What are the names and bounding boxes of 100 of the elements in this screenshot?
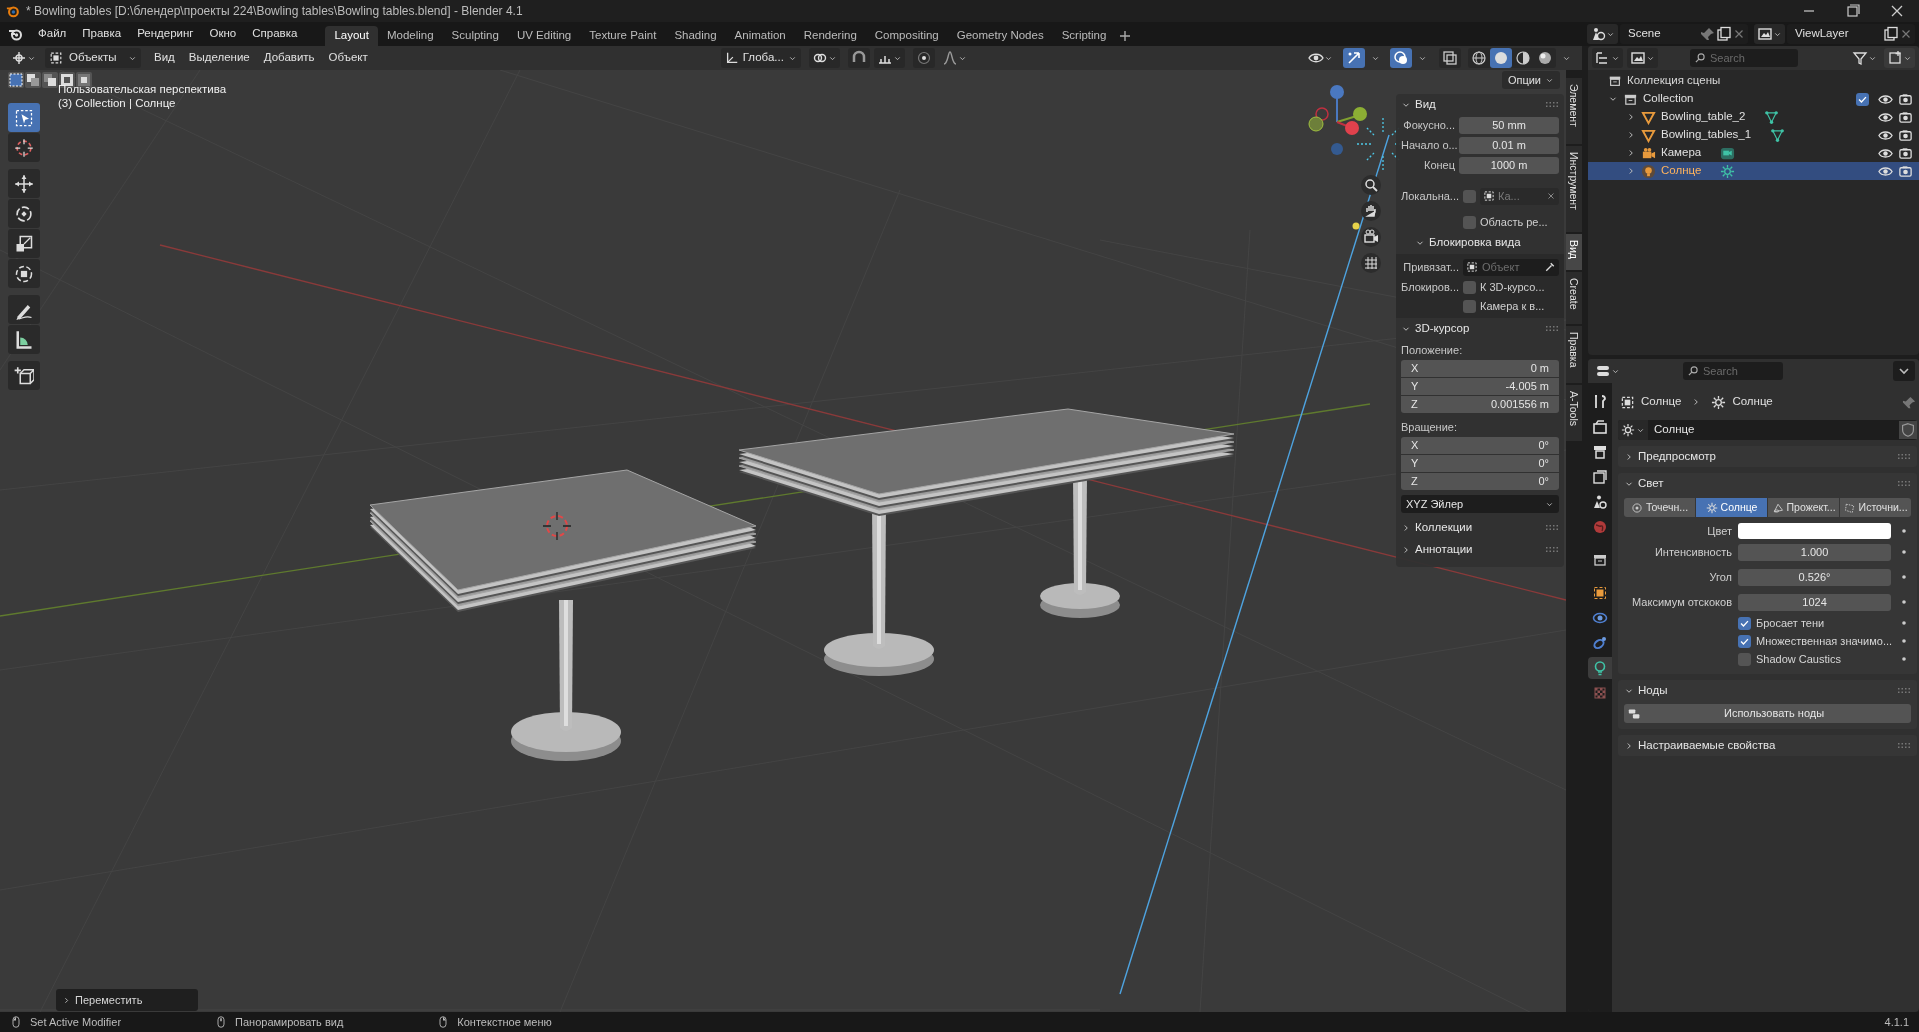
sidebar-tab[interactable]: Элемент <box>1566 78 1582 144</box>
name-field[interactable]: Scene <box>1620 24 1748 44</box>
drag-handle-icon[interactable] <box>1897 685 1912 696</box>
menu-item[interactable]: Окно <box>201 24 245 44</box>
xray-button[interactable] <box>1439 48 1461 68</box>
zoom-icon[interactable] <box>1360 174 1382 196</box>
checkbox[interactable] <box>1738 652 1751 666</box>
outliner-item[interactable]: Коллекция сцены <box>1627 72 1721 90</box>
drag-handle-icon[interactable] <box>1897 478 1912 489</box>
last-operator-panel[interactable]: Переместить <box>56 989 198 1011</box>
pivot-point-button[interactable] <box>808 48 840 68</box>
menu-item[interactable]: Добавить <box>256 48 322 68</box>
checkbox[interactable] <box>1856 92 1869 106</box>
sidebar-tab[interactable]: Create <box>1566 272 1582 324</box>
light-type-button[interactable]: Источни... <box>1840 498 1912 517</box>
orientation-dropdown[interactable]: Глоба... <box>720 48 801 68</box>
sidebar-tab[interactable]: Инструмент <box>1566 146 1582 232</box>
shading-solid-button[interactable] <box>1490 48 1512 68</box>
panel-header[interactable]: Коллекции <box>1415 519 1473 537</box>
render-camera-icon[interactable] <box>1898 91 1913 107</box>
measure-tool-button[interactable] <box>8 325 40 354</box>
workspace-tab[interactable]: Rendering <box>794 26 866 46</box>
name-field[interactable]: ViewLayer <box>1787 24 1915 44</box>
drag-handle-icon[interactable] <box>1545 523 1559 533</box>
select-tool-button[interactable] <box>8 103 40 132</box>
workspace-tab[interactable]: UV Editing <box>507 26 581 46</box>
number-field[interactable]: X 0° <box>1401 437 1559 454</box>
workspace-tab[interactable]: Scripting <box>1052 26 1116 46</box>
gizmo-toggle-button[interactable] <box>1343 48 1365 68</box>
selection-mode-icon[interactable] <box>8 72 24 88</box>
outliner-item[interactable]: Bowling_table_2 <box>1661 108 1746 126</box>
pin-icon[interactable] <box>1902 394 1918 410</box>
menu-item[interactable]: Файл <box>30 24 75 44</box>
checkbox[interactable] <box>1738 634 1751 648</box>
selection-mode-icon[interactable] <box>42 72 58 88</box>
drag-handle-icon[interactable] <box>1545 545 1559 555</box>
number-field[interactable]: 1024 <box>1738 593 1892 611</box>
workspace-tab[interactable]: Compositing <box>865 26 948 46</box>
render-camera-icon[interactable] <box>1898 163 1913 179</box>
render-camera-icon[interactable] <box>1898 145 1913 161</box>
options-button[interactable] <box>1893 361 1915 381</box>
workspace-tab[interactable]: Layout <box>325 26 378 46</box>
checkbox[interactable] <box>1738 616 1751 630</box>
editor-type-button[interactable] <box>1592 48 1623 68</box>
snap-button[interactable] <box>847 48 870 68</box>
display-mode-button[interactable] <box>1627 48 1658 68</box>
scale-tool-button[interactable] <box>8 229 40 258</box>
number-field[interactable]: X 0 m <box>1401 360 1559 377</box>
color-swatch[interactable] <box>1738 523 1892 539</box>
mesh-data-icon[interactable] <box>1764 109 1780 125</box>
sidebar-tab[interactable]: A-Tools <box>1566 385 1582 441</box>
menu-item[interactable]: Объект <box>321 48 375 68</box>
options-dropdown[interactable]: Опции <box>1501 71 1560 89</box>
move-tool-button[interactable] <box>8 169 40 198</box>
panel-header[interactable]: Ноды <box>1638 681 1668 700</box>
number-field[interactable]: Z 0° <box>1401 473 1559 490</box>
drag-handle-icon[interactable] <box>1897 740 1912 751</box>
number-field[interactable]: 0.01 m <box>1459 137 1559 154</box>
workspace-tab[interactable]: Modeling <box>377 26 443 46</box>
camera-icon[interactable] <box>1360 226 1382 248</box>
add-cube-tool-button[interactable] <box>8 361 40 390</box>
panel-header[interactable]: Блокировка вида <box>1429 234 1521 252</box>
number-field[interactable]: Y 0° <box>1401 455 1559 472</box>
outliner-item[interactable]: Солнце <box>1661 162 1702 180</box>
panel-header[interactable]: Аннотации <box>1415 541 1473 559</box>
duplicate-icon[interactable] <box>1716 26 1732 42</box>
drag-handle-icon[interactable] <box>1897 451 1912 462</box>
sidebar-tab[interactable]: Вид <box>1566 234 1582 270</box>
sun-icon[interactable] <box>1720 163 1736 179</box>
number-field[interactable]: 1.000 <box>1738 543 1892 561</box>
annotate-tool-button[interactable] <box>8 295 40 324</box>
rotation-mode-dropdown[interactable]: XYZ Эйлер <box>1401 495 1559 513</box>
grid-icon[interactable] <box>1360 252 1382 274</box>
camera-data-icon[interactable] <box>1720 145 1736 161</box>
editor-dropdown[interactable] <box>1754 24 1785 44</box>
workspace-tab[interactable]: Shading <box>665 26 726 46</box>
overlay-toggle-button[interactable] <box>1390 48 1412 68</box>
shield-icon[interactable] <box>1899 421 1918 439</box>
checkbox[interactable] <box>1463 189 1476 203</box>
snap-target-button[interactable] <box>873 48 905 68</box>
menu-item[interactable]: Выделение <box>181 48 257 68</box>
use-nodes-button[interactable]: Использовать ноды <box>1624 704 1912 723</box>
selection-mode-icon[interactable] <box>25 72 41 88</box>
number-field[interactable]: 1000 m <box>1459 157 1559 174</box>
pin-icon[interactable] <box>1700 26 1716 42</box>
menu-item[interactable]: Вид <box>147 48 182 68</box>
editor-dropdown[interactable] <box>1587 24 1618 44</box>
panel-header[interactable]: Вид <box>1415 96 1436 114</box>
number-field[interactable]: 50 mm <box>1459 117 1559 134</box>
render-camera-icon[interactable] <box>1898 127 1913 143</box>
transform-tool-button[interactable] <box>8 259 40 288</box>
light-type-button[interactable]: Солнце <box>1696 498 1768 517</box>
menu-item[interactable]: Правка <box>74 24 130 44</box>
drag-handle-icon[interactable] <box>1545 100 1559 110</box>
sidebar-tab[interactable]: Правка <box>1566 326 1582 383</box>
mode-dropdown[interactable]: Объекты <box>45 48 141 68</box>
workspace-tab[interactable]: Animation <box>725 26 795 46</box>
checkbox[interactable] <box>1463 280 1476 294</box>
workspace-tab[interactable]: Texture Paint <box>580 26 666 46</box>
rotate-tool-button[interactable] <box>8 199 40 228</box>
